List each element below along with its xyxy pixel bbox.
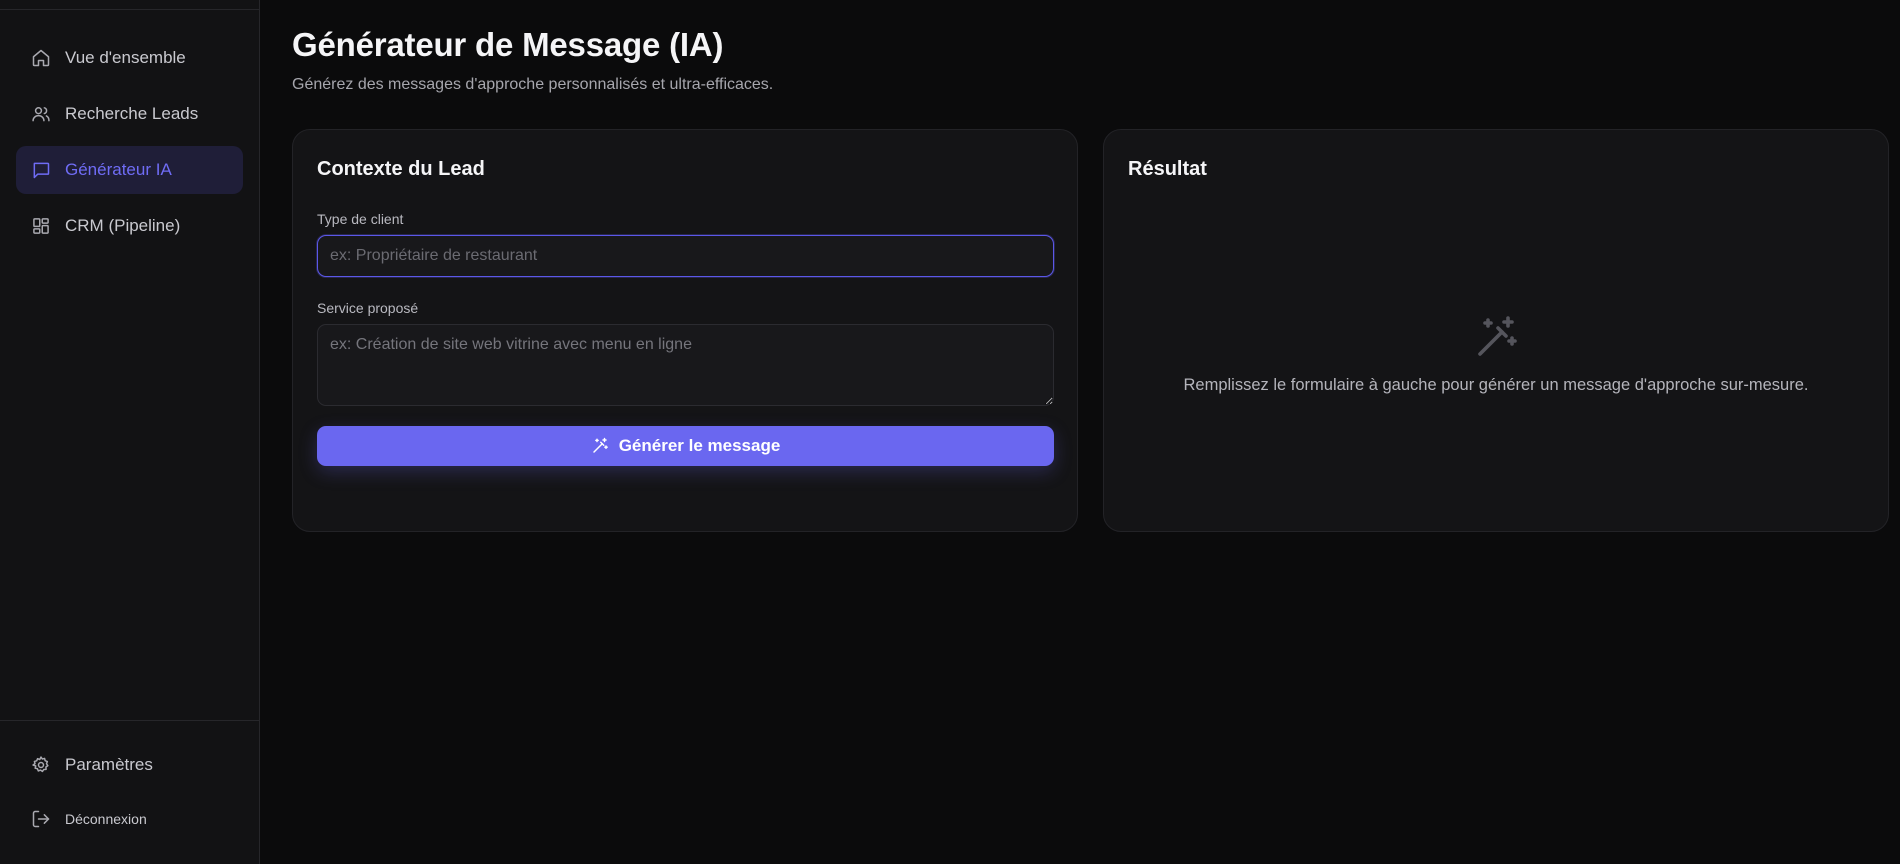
card-title: Contexte du Lead: [317, 158, 485, 180]
magic-wand-icon: [592, 437, 608, 453]
card-title: Résultat: [1128, 158, 1207, 180]
sidebar-item-label: CRM (Pipeline): [65, 216, 181, 235]
sidebar-item-overview[interactable]: Vue d'ensemble: [16, 34, 243, 82]
page-subtitle: Générez des messages d'approche personna…: [292, 76, 774, 93]
lead-context-card: Contexte du Lead Type de client Service …: [292, 129, 1078, 532]
sidebar-item-leads[interactable]: Recherche Leads: [16, 90, 243, 138]
sidebar-divider: [0, 9, 259, 10]
page-title: Générateur de Message (IA): [292, 26, 724, 63]
generate-button-label: Générer le message: [618, 436, 781, 455]
sidebar-footer: Paramètres Déconnexion: [0, 720, 259, 849]
service-label: Service proposé: [317, 300, 419, 316]
result-card: Résultat Remplissez le formulaire à gauc…: [1103, 129, 1889, 532]
sidebar-item-settings[interactable]: Paramètres: [16, 741, 243, 789]
home-icon: [32, 49, 50, 67]
empty-state: Remplissez le formulaire à gauche pour g…: [1104, 314, 1888, 395]
sidebar: Vue d'ensemble Recherche Leads Générateu…: [0, 0, 260, 864]
users-icon: [32, 107, 50, 122]
empty-state-text: Remplissez le formulaire à gauche pour g…: [1183, 376, 1809, 394]
layout-grid-icon: [33, 218, 49, 234]
sidebar-item-crm[interactable]: CRM (Pipeline): [16, 202, 243, 250]
sidebar-item-label: Vue d'ensemble: [65, 48, 186, 67]
client-type-input[interactable]: [317, 235, 1054, 277]
sidebar-item-label: Générateur IA: [65, 160, 172, 179]
logout-label: Déconnexion: [65, 811, 147, 827]
main-content: Générateur de Message (IA) Générez des m…: [260, 0, 1900, 864]
generate-message-button[interactable]: Générer le message: [317, 426, 1054, 466]
gear-icon: [32, 756, 49, 773]
sidebar-item-ai-generator[interactable]: Générateur IA: [16, 146, 243, 194]
sidebar-nav: Vue d'ensemble Recherche Leads Générateu…: [16, 34, 243, 258]
log-out-icon: [32, 810, 50, 828]
message-square-icon: [33, 162, 50, 179]
sidebar-item-label: Recherche Leads: [65, 104, 199, 123]
service-textarea[interactable]: [317, 324, 1054, 406]
client-type-label: Type de client: [317, 211, 404, 227]
logout-button[interactable]: Déconnexion: [16, 795, 243, 843]
app-root: Vue d'ensemble Recherche Leads Générateu…: [0, 0, 1900, 864]
magic-wand-icon: [1478, 316, 1517, 356]
sidebar-item-label: Paramètres: [65, 755, 153, 774]
